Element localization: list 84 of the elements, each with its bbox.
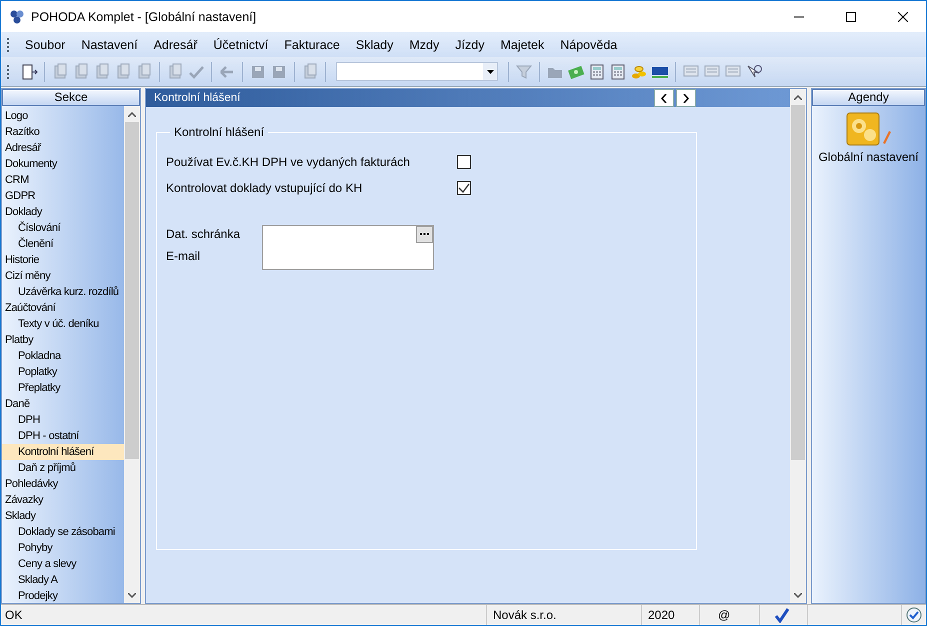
scroll-up-icon[interactable] <box>794 94 802 100</box>
calc-icon[interactable] <box>588 62 606 80</box>
maximize-icon <box>846 12 856 22</box>
section-item[interactable]: Logo <box>2 108 124 124</box>
grip-icon <box>5 62 11 80</box>
ellipsis-icon <box>420 233 429 236</box>
section-item[interactable]: Sklady <box>2 508 124 524</box>
menu-item[interactable]: Sklady <box>348 38 402 52</box>
section-item[interactable]: Razítko <box>2 124 124 140</box>
filter-icon[interactable] <box>515 62 533 80</box>
section-item[interactable]: Pokladna <box>2 348 124 364</box>
section-item[interactable]: Doklady <box>2 204 124 220</box>
agenda-item[interactable]: Globální nastavení <box>818 150 919 164</box>
previous-button[interactable] <box>654 89 674 107</box>
checkbox[interactable] <box>457 155 471 169</box>
section-item[interactable]: Daně <box>2 396 124 412</box>
section-item[interactable]: Cizí měny <box>2 268 124 284</box>
field-label: E-mail <box>166 249 202 263</box>
scroll-up-icon[interactable] <box>128 112 136 116</box>
section-item[interactable]: Zaúčtování <box>2 300 124 316</box>
app-logo-icon <box>9 8 25 24</box>
toolbar-combo-field[interactable] <box>336 62 498 81</box>
scrollbar[interactable] <box>124 106 140 603</box>
next-button[interactable] <box>676 89 696 107</box>
section-item[interactable]: Poplatky <box>2 364 124 380</box>
section-item[interactable]: Dokumenty <box>2 156 124 172</box>
scroll-down-icon[interactable] <box>128 592 136 598</box>
menu-item[interactable]: Adresář <box>146 38 206 52</box>
section-item[interactable]: Pohyby <box>2 540 124 556</box>
chevron-left-icon <box>661 94 667 102</box>
window-title: POHODA Komplet - [Globální nastavení] <box>31 10 258 24</box>
dropdown-button[interactable] <box>483 63 497 80</box>
menu-item[interactable]: Nastavení <box>73 38 146 52</box>
section-item[interactable]: Uzávěrka kurz. rozdílů <box>2 284 124 300</box>
section-header: Sekce <box>2 89 140 106</box>
section-item[interactable]: Adresář <box>2 140 124 156</box>
checkbox-label: Kontrolovat doklady vstupující do KH <box>166 181 362 195</box>
section-item[interactable]: DPH <box>2 412 124 428</box>
menu-item[interactable]: Majetek <box>492 38 552 52</box>
checkmark-icon <box>774 607 790 623</box>
check-icon <box>458 183 470 193</box>
section-item[interactable]: Přeplatky <box>2 380 124 396</box>
scroll-down-icon[interactable] <box>794 592 802 598</box>
caret-icon <box>486 70 494 74</box>
status-text: OK <box>1 605 487 625</box>
checkbox-label: Používat Ev.č.KH DPH ve vydaných fakturách <box>166 155 410 169</box>
section-item[interactable]: Závazky <box>2 492 124 508</box>
calc-icon[interactable] <box>609 62 627 80</box>
text-field[interactable] <box>262 225 434 270</box>
section-item[interactable]: Číslování <box>2 220 124 236</box>
grip-icon <box>5 36 11 54</box>
section-item[interactable]: Ceny a slevy <box>2 556 124 572</box>
section-item[interactable]: Sklady A <box>2 572 124 588</box>
close-icon <box>898 12 908 22</box>
browse-button[interactable] <box>416 226 433 243</box>
status-email: @ <box>700 605 760 625</box>
section-item[interactable]: Platby <box>2 332 124 348</box>
content-title: Kontrolní hlášení <box>154 92 242 104</box>
section-item[interactable]: Doklady se zásobami <box>2 524 124 540</box>
section-item[interactable]: Prodejky <box>2 588 124 603</box>
section-item[interactable]: DPH - ostatní <box>2 428 124 444</box>
section-item[interactable]: Texty v úč. deníku <box>2 316 124 332</box>
agenda-header: Agendy <box>812 89 925 106</box>
status-year: 2020 <box>642 605 700 625</box>
checkbox[interactable] <box>457 181 471 195</box>
menu-item[interactable]: Účetnictví <box>205 38 276 52</box>
field-label: Dat. schránka <box>166 227 242 241</box>
section-item[interactable]: Historie <box>2 252 124 268</box>
section-item[interactable]: Pohledávky <box>2 476 124 492</box>
section-item[interactable]: Kontrolní hlášení <box>2 444 124 460</box>
group-title: Kontrolní hlášení <box>173 125 266 139</box>
exit-icon[interactable] <box>20 62 38 80</box>
section-item[interactable]: Členění <box>2 236 124 252</box>
menu-item[interactable]: Nápověda <box>552 38 626 52</box>
menu-item[interactable]: Mzdy <box>401 38 448 52</box>
scrollbar[interactable] <box>790 89 806 603</box>
status-company: Novák s.r.o. <box>487 605 642 625</box>
section-item[interactable]: GDPR <box>2 188 124 204</box>
menu-item[interactable]: Fakturace <box>276 38 348 52</box>
menu-item[interactable]: Soubor <box>17 38 74 52</box>
section-item[interactable]: CRM <box>2 172 124 188</box>
menu-item[interactable]: Jízdy <box>447 38 492 52</box>
chevron-right-icon <box>683 94 689 102</box>
section-item[interactable]: Daň z příjmů <box>2 460 124 476</box>
